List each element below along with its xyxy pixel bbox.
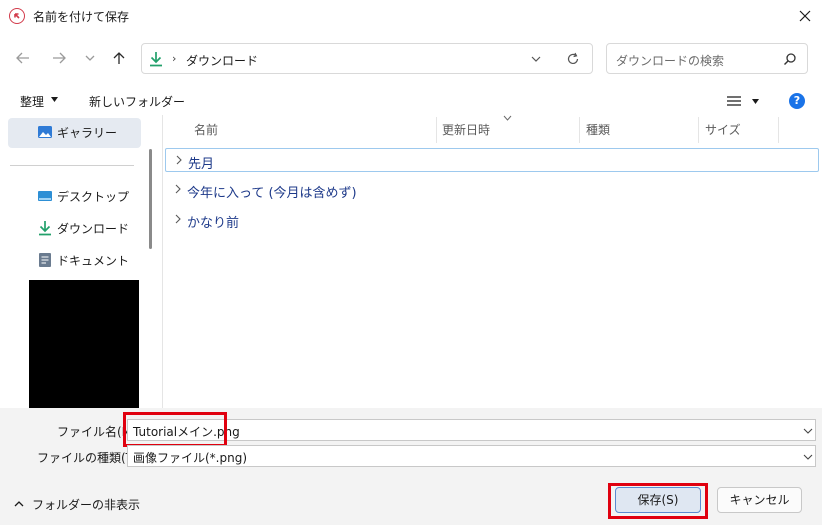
forward-button[interactable] bbox=[47, 46, 71, 70]
cancel-button[interactable]: キャンセル bbox=[717, 487, 802, 513]
document-icon bbox=[39, 253, 51, 267]
desktop-icon bbox=[38, 191, 52, 201]
refresh-icon[interactable] bbox=[566, 52, 580, 66]
sidebar-divider bbox=[10, 165, 134, 166]
group-label: 今年に入って (今月は含めず) bbox=[187, 186, 357, 201]
address-bar[interactable]: › ダウンロード bbox=[141, 43, 593, 74]
save-form: ファイル名(N): Tutorialメイン.png ファイルの種類(T): 画像… bbox=[0, 408, 822, 525]
column-separator[interactable] bbox=[778, 117, 779, 143]
download-icon bbox=[150, 52, 162, 67]
sort-chevron-icon bbox=[503, 115, 512, 121]
arrow-left-icon bbox=[16, 52, 29, 64]
view-dropdown-icon[interactable] bbox=[751, 97, 760, 106]
sidebar-item-label: デスクトップ bbox=[57, 190, 130, 204]
group-label: 先月 bbox=[188, 157, 215, 172]
filetype-select[interactable]: 画像ファイル(*.png) bbox=[127, 445, 816, 467]
recent-locations-button[interactable] bbox=[78, 46, 102, 70]
search-icon[interactable] bbox=[783, 52, 797, 66]
address-dropdown-icon[interactable] bbox=[530, 53, 542, 65]
gallery-icon bbox=[38, 126, 52, 138]
column-header-name[interactable]: 名前 bbox=[194, 121, 218, 138]
up-button[interactable] bbox=[107, 46, 131, 70]
arrow-up-icon bbox=[113, 52, 125, 64]
navigation-pane: ギャラリー デスクトップ ダウンロード ドキュメント bbox=[0, 115, 176, 408]
chevron-down-icon[interactable] bbox=[803, 427, 813, 435]
breadcrumb-chevron-icon: › bbox=[172, 52, 177, 65]
column-header-type[interactable]: 種類 bbox=[586, 121, 610, 138]
chevron-down-icon[interactable] bbox=[803, 453, 813, 461]
column-separator[interactable] bbox=[698, 117, 699, 143]
command-bar: 整理 新しいフォルダー ? bbox=[0, 88, 822, 114]
breadcrumb[interactable]: ダウンロード bbox=[186, 52, 258, 69]
app-icon bbox=[9, 8, 25, 24]
sidebar-item-label: ギャラリー bbox=[57, 126, 118, 140]
sidebar-scrollbar[interactable] bbox=[149, 149, 152, 249]
close-button[interactable] bbox=[792, 4, 818, 28]
sidebar-item-label: ドキュメント bbox=[57, 254, 130, 268]
chevron-right-icon bbox=[175, 184, 181, 194]
redacted-area bbox=[29, 280, 139, 408]
column-separator[interactable] bbox=[436, 117, 437, 143]
save-button[interactable]: 保存(S) bbox=[615, 487, 701, 513]
window-title: 名前を付けて保存 bbox=[33, 10, 130, 24]
group-label: かなり前 bbox=[187, 216, 240, 231]
view-list-icon[interactable] bbox=[727, 95, 741, 107]
help-icon[interactable]: ? bbox=[789, 93, 805, 109]
filename-field[interactable]: Tutorialメイン.png bbox=[127, 419, 816, 441]
filetype-value: 画像ファイル(*.png) bbox=[133, 451, 248, 465]
group-header-earlier-this-year[interactable]: 今年に入って (今月は含めず) bbox=[165, 178, 819, 202]
navigation-bar: › ダウンロード ダウンロードの検索 bbox=[0, 36, 822, 80]
close-icon bbox=[799, 10, 811, 22]
title-bar: 名前を付けて保存 bbox=[0, 0, 822, 32]
back-button[interactable] bbox=[11, 46, 35, 70]
search-placeholder: ダウンロードの検索 bbox=[616, 54, 725, 68]
column-header-modified[interactable]: 更新日時 bbox=[442, 121, 490, 138]
chevron-right-icon bbox=[175, 214, 181, 224]
chevron-right-icon bbox=[176, 155, 182, 165]
caret-down-icon[interactable] bbox=[50, 95, 59, 104]
sidebar-item-label: ダウンロード bbox=[57, 222, 130, 236]
chevron-down-icon bbox=[85, 55, 95, 61]
download-icon bbox=[39, 221, 51, 236]
new-folder-button[interactable]: 新しいフォルダー bbox=[89, 93, 185, 110]
search-input[interactable]: ダウンロードの検索 bbox=[606, 43, 808, 74]
hide-folders-label: フォルダーの非表示 bbox=[32, 498, 141, 512]
column-header-size[interactable]: サイズ bbox=[705, 121, 741, 138]
chevron-up-icon bbox=[14, 501, 24, 507]
column-separator[interactable] bbox=[579, 117, 580, 143]
file-list: 名前 更新日時 種類 サイズ 先月 今年に入って (今月は含めず) かなり前 bbox=[162, 115, 822, 408]
filename-highlight-box bbox=[123, 412, 227, 447]
group-header-last-month[interactable]: 先月 bbox=[165, 148, 819, 172]
group-header-long-ago[interactable]: かなり前 bbox=[165, 208, 819, 232]
arrow-right-icon bbox=[53, 52, 66, 64]
organize-button[interactable]: 整理 bbox=[20, 93, 44, 110]
